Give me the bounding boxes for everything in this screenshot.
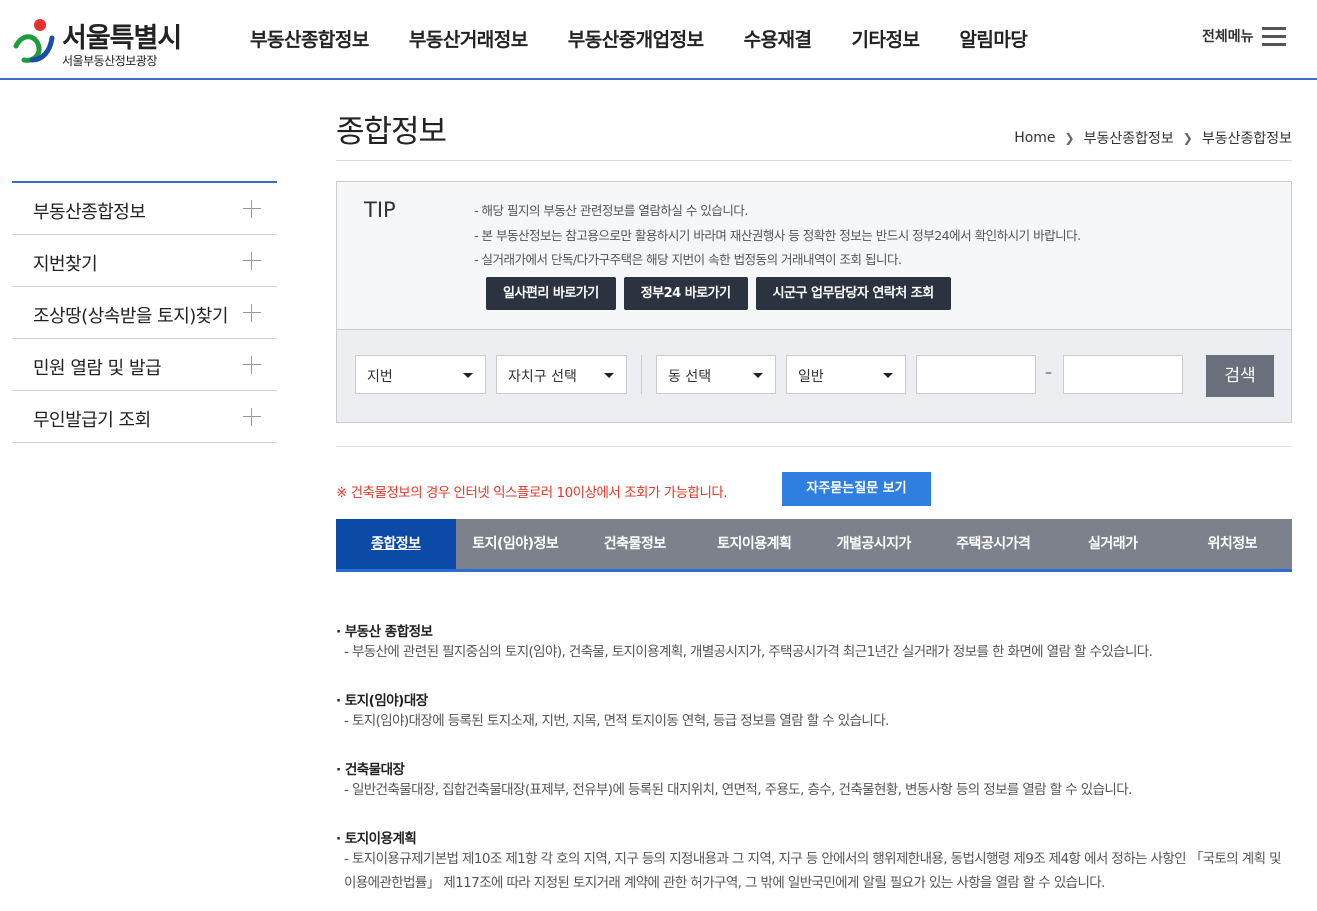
tab-summary[interactable]: 종합정보	[336, 519, 456, 569]
sidebar-item-ancestor-land[interactable]: 조상땅(상속받을 토지)찾기	[12, 287, 277, 339]
sidebar-item-label: 무인발급기 조회	[33, 410, 151, 431]
tab-housing-price[interactable]: 주택공시가격	[934, 519, 1054, 569]
tip-line: - 본 부동산정보는 참고용으로만 활용하시기 바라며 재산권행사 등 정확한 …	[474, 227, 1081, 243]
caret-down-icon	[883, 373, 893, 378]
gnb-item-broker-info[interactable]: 부동산중개업정보	[548, 24, 724, 56]
address-type-value: 지번	[367, 369, 393, 385]
tip-box: TIP - 해당 필지의 부동산 관련정보를 열람하실 수 있습니다. - 본 …	[336, 181, 1292, 329]
caret-down-icon	[753, 373, 763, 378]
main-navigation: 부동산종합정보 부동산거래정보 부동산중개업정보 수용재결 기타정보 알림마당	[230, 24, 1047, 56]
ilsa-pyeonri-button[interactable]: 일사편리 바로가기	[486, 277, 616, 310]
sidebar-item-label: 지번찾기	[33, 254, 98, 275]
plus-icon	[243, 408, 261, 426]
section-description: - 부동산에 관련된 필지중심의 토지(임야), 건축물, 토지이용계획, 개별…	[344, 644, 1153, 660]
breadcrumb-current: 부동산종합정보	[1201, 131, 1292, 147]
section-description: - 토지(임야)대장에 등록된 토지소재, 지번, 지목, 면적 토지이동 연혁…	[344, 713, 889, 729]
number-dash: –	[1045, 365, 1052, 381]
gov24-button[interactable]: 정부24 바로가기	[623, 277, 748, 310]
plus-icon	[243, 252, 261, 270]
sidebar-item-lot-search[interactable]: 지번찾기	[12, 235, 277, 287]
hamburger-icon	[1261, 27, 1286, 46]
sidebar-item-label: 조상땅(상속받을 토지)찾기	[33, 306, 228, 327]
info-tabs: 종합정보 토지(임야)정보 건축물정보 토지이용계획 개별공시지가 주택공시가격…	[336, 519, 1292, 572]
breadcrumb: Home ❯ 부동산종합정보 ❯ 부동산종합정보	[1014, 128, 1292, 148]
seoul-symbol-icon	[13, 19, 55, 63]
search-divider	[641, 355, 642, 394]
tip-list: - 해당 필지의 부동산 관련정보를 열람하실 수 있습니다. - 본 부동산정…	[474, 200, 1081, 274]
logo-subtitle: 서울부동산정보광장	[62, 54, 157, 68]
section-title: · 부동산 종합정보	[336, 624, 433, 640]
address-type-select[interactable]: 지번	[355, 355, 486, 394]
section-description: - 일반건축물대장, 집합건축물대장(표제부, 전유부)에 등록된 대지위치, …	[344, 782, 1132, 798]
gu-value: 자치구 선택	[508, 369, 577, 385]
tab-transaction-price[interactable]: 실거래가	[1053, 519, 1173, 569]
section-title: · 토지이용계획	[336, 831, 417, 847]
tip-line: - 해당 필지의 부동산 관련정보를 열람하실 수 있습니다.	[474, 203, 748, 218]
logo-title: 서울특별시	[62, 23, 182, 54]
section-title: · 건축물대장	[336, 762, 405, 778]
sidebar-item-real-estate-info[interactable]: 부동산종합정보	[12, 183, 277, 235]
sidebar-item-label: 민원 열람 및 발급	[33, 358, 162, 379]
chevron-right-icon: ❯	[1064, 131, 1075, 145]
all-menu-label: 전체메뉴	[1202, 29, 1254, 45]
lot-kind-select[interactable]: 일반	[786, 355, 906, 394]
tab-building[interactable]: 건축물정보	[575, 519, 695, 569]
search-box: 지번 자치구 선택 동 선택 일반 – 검색	[336, 329, 1292, 423]
content-section: · 토지(임야)대장 - 토지(임야)대장에 등록된 토지소재, 지번, 지목,…	[336, 689, 1286, 733]
tab-location[interactable]: 위치정보	[1173, 519, 1293, 569]
sub-number-input[interactable]	[1063, 355, 1183, 394]
section-title: · 토지(임야)대장	[336, 693, 428, 709]
chevron-right-icon: ❯	[1182, 131, 1193, 145]
faq-button[interactable]: 자주묻는질문 보기	[782, 472, 931, 506]
content-section: · 부동산 종합정보 - 부동산에 관련된 필지중심의 토지(임야), 건축물,…	[336, 620, 1286, 664]
all-menu-button[interactable]: 전체메뉴	[1202, 26, 1286, 46]
gnb-item-notice[interactable]: 알림마당	[939, 24, 1047, 56]
dong-value: 동 선택	[668, 369, 712, 385]
section-description: - 토지이용규제기본법 제10조 제1항 각 호의 지역, 지구 등의 지정내용…	[344, 851, 1282, 891]
tip-line: - 실거래가에서 단독/다가구주택은 해당 지번이 속한 법정동의 거래내역이 …	[474, 252, 902, 267]
caret-down-icon	[604, 373, 614, 378]
plus-icon	[243, 200, 261, 218]
dong-select[interactable]: 동 선택	[656, 355, 776, 394]
section-divider	[336, 446, 1292, 447]
tab-land-use-plan[interactable]: 토지이용계획	[695, 519, 815, 569]
info-content: · 부동산 종합정보 - 부동산에 관련된 필지중심의 토지(임야), 건축물,…	[336, 620, 1286, 911]
breadcrumb-home[interactable]: Home	[1014, 130, 1055, 146]
caret-down-icon	[463, 373, 473, 378]
tip-title: TIP	[364, 198, 396, 222]
content-section: · 토지이용계획 - 토지이용규제기본법 제10조 제1항 각 호의 지역, 지…	[336, 827, 1286, 895]
gu-select[interactable]: 자치구 선택	[496, 355, 627, 394]
site-header: 서울특별시 서울부동산정보광장 부동산종합정보 부동산거래정보 부동산중개업정보…	[0, 0, 1317, 80]
officer-contact-button[interactable]: 시군구 업무담당자 연락처 조회	[755, 277, 951, 310]
page-title: 종합정보	[336, 114, 447, 150]
plus-icon	[243, 304, 261, 322]
gnb-item-expropriation[interactable]: 수용재결	[724, 24, 832, 56]
plus-icon	[243, 356, 261, 374]
sidebar-item-kiosk-search[interactable]: 무인발급기 조회	[12, 391, 277, 443]
sidebar-item-civil-documents[interactable]: 민원 열람 및 발급	[12, 339, 277, 391]
tab-land[interactable]: 토지(임야)정보	[456, 519, 576, 569]
tip-buttons: 일사편리 바로가기 정부24 바로가기 시군구 업무담당자 연락처 조회	[486, 277, 959, 310]
gnb-item-real-estate-info[interactable]: 부동산종합정보	[230, 24, 389, 56]
search-button[interactable]: 검색	[1206, 355, 1274, 397]
content-section: · 건축물대장 - 일반건축물대장, 집합건축물대장(표제부, 전유부)에 등록…	[336, 758, 1286, 802]
seoul-logo[interactable]: 서울특별시 서울부동산정보광장	[10, 14, 200, 70]
main-number-input[interactable]	[916, 355, 1036, 394]
tab-land-price[interactable]: 개별공시지가	[814, 519, 934, 569]
gnb-item-other-info[interactable]: 기타정보	[832, 24, 940, 56]
sidebar-item-label: 부동산종합정보	[33, 202, 146, 223]
title-divider	[336, 160, 1292, 161]
lot-kind-value: 일반	[798, 369, 824, 385]
gnb-item-transaction-info[interactable]: 부동산거래정보	[389, 24, 548, 56]
side-navigation: 부동산종합정보 지번찾기 조상땅(상속받을 토지)찾기 민원 열람 및 발급 무…	[12, 181, 277, 443]
breadcrumb-item[interactable]: 부동산종합정보	[1084, 128, 1174, 148]
browser-notice: ※ 건축물정보의 경우 인터넷 익스플로러 10이상에서 조회가 가능합니다.	[336, 485, 728, 501]
